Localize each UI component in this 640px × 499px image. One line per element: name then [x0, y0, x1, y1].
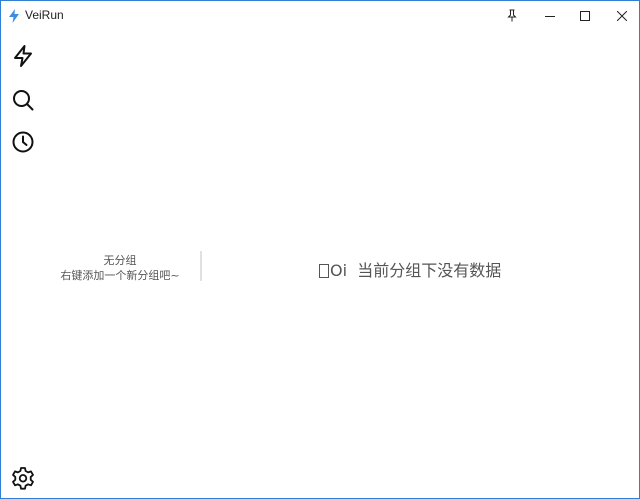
search-icon[interactable] [10, 87, 36, 113]
app-logo-icon [9, 9, 19, 23]
minimize-icon [545, 15, 555, 17]
panel-divider[interactable] [200, 251, 202, 281]
window-title: VeiRun [25, 8, 64, 22]
add-group-hint: 右键添加一个新分组吧~ [60, 269, 180, 282]
minimize-button[interactable] [532, 1, 568, 30]
empty-state: Oi 当前分组下没有数据 [319, 257, 501, 281]
empty-prefix: Oi [330, 261, 348, 280]
title-bar[interactable]: VeiRun [1, 1, 639, 30]
maximize-button[interactable] [567, 1, 603, 30]
maximize-icon [580, 10, 590, 21]
group-list-empty[interactable]: 无分组 右键添加一个新分组吧~ [45, 253, 195, 283]
clock-icon[interactable] [10, 129, 36, 155]
pin-button[interactable] [494, 1, 530, 30]
close-icon [617, 10, 627, 21]
app-window: VeiRun 无分组 右键添加一个新分组吧~ Oi 当前分组下没有数据 [0, 0, 640, 499]
pin-icon [507, 9, 517, 22]
no-group-title: 无分组 [103, 254, 137, 267]
empty-message: 当前分组下没有数据 [357, 261, 502, 280]
lightning-icon[interactable] [10, 43, 36, 69]
empty-glyph-icon [319, 264, 329, 278]
gear-icon[interactable] [10, 465, 36, 491]
close-button[interactable] [604, 1, 640, 30]
